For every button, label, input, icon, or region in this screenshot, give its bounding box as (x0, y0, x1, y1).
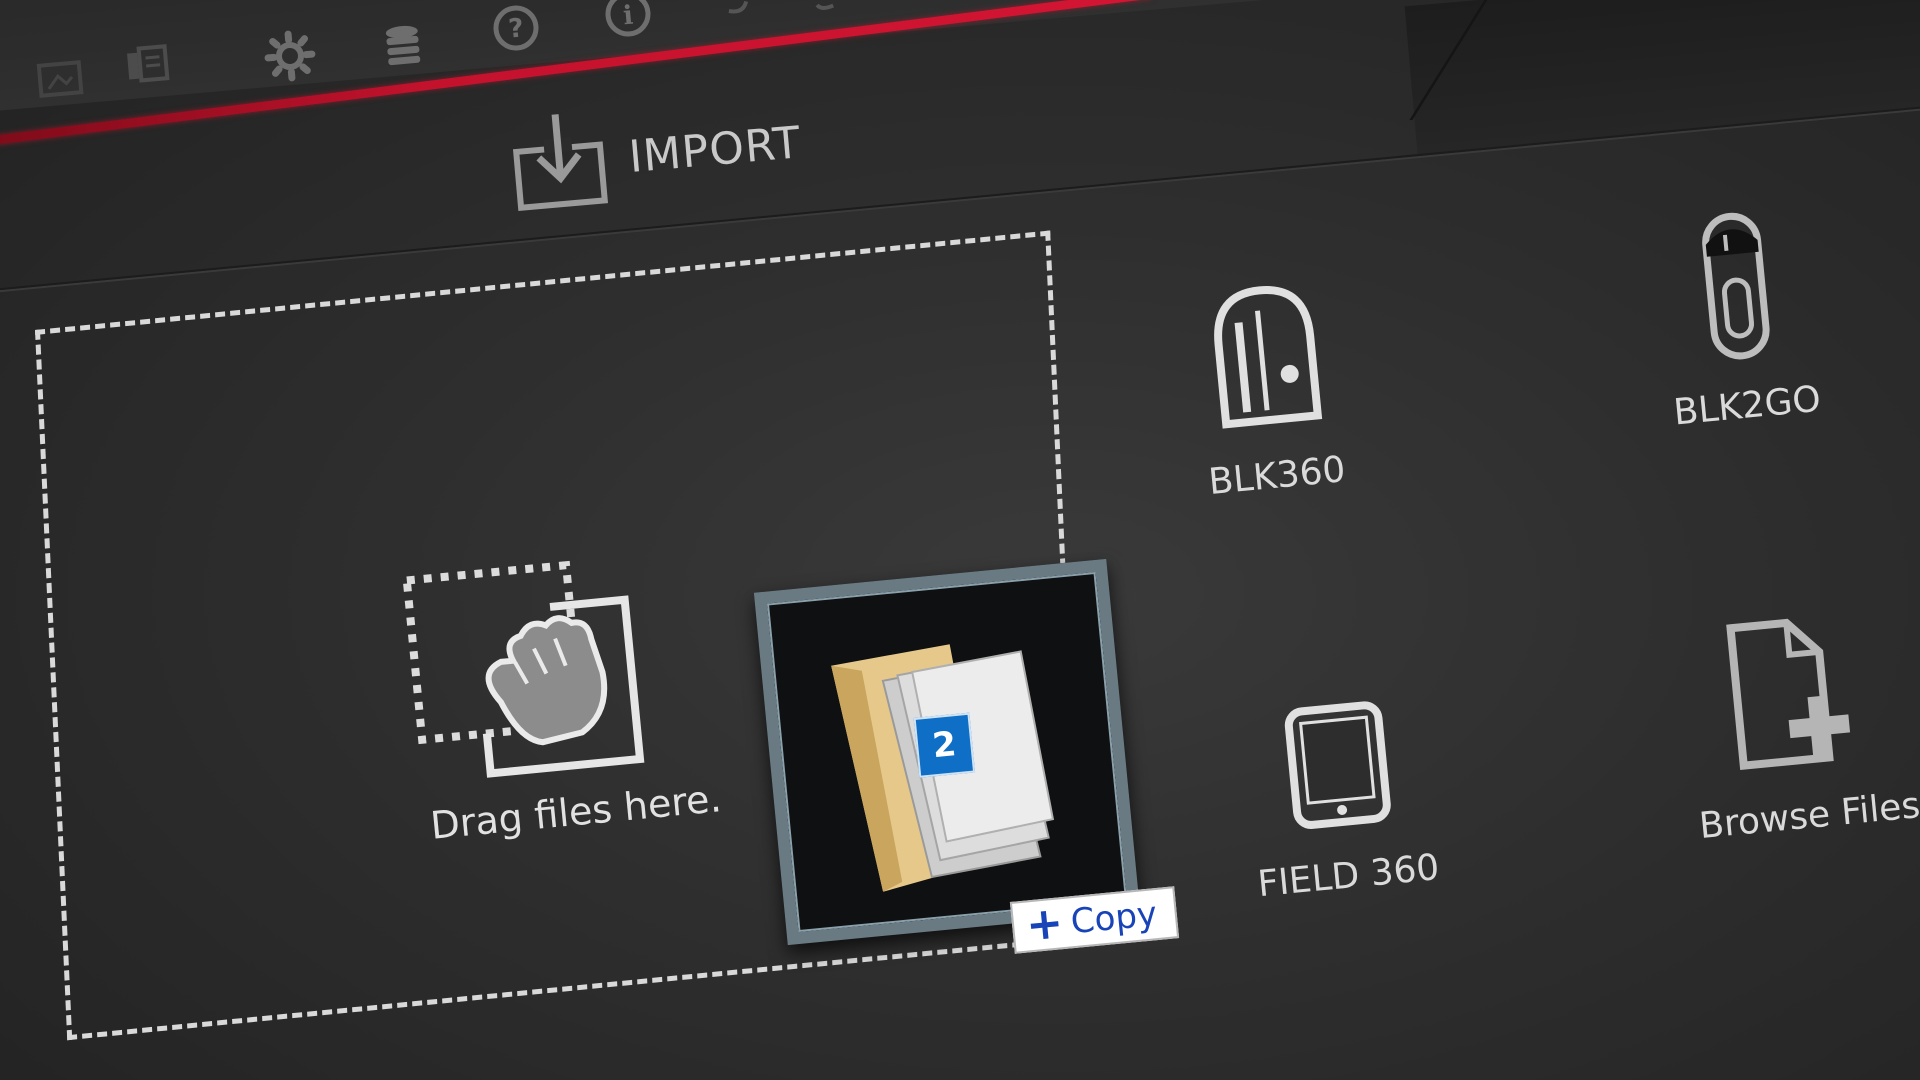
option-label-blk360: BLK360 (1206, 449, 1348, 504)
blk2go-scanner-icon (1701, 212, 1770, 360)
drag-preview: 2 (753, 558, 1141, 946)
svg-text:i: i (622, 1, 635, 32)
database-icon[interactable] (373, 16, 434, 77)
option-field360[interactable]: FIELD 360 (1241, 692, 1442, 906)
import-tab-label: IMPORT (626, 116, 804, 183)
option-browse-files[interactable]: Browse Files (1680, 600, 1920, 847)
blk360-scanner-icon (1213, 286, 1322, 429)
option-label-blk2go: BLK2GO (1671, 378, 1823, 434)
info-icon[interactable]: i (598, 0, 659, 44)
file-add-icon (1725, 618, 1850, 771)
tablet-icon (1284, 701, 1391, 829)
count-badge: 2 (913, 712, 976, 778)
image-icon[interactable] (30, 48, 91, 109)
option-label-browse-files: Browse Files (1697, 785, 1920, 848)
undo-icon[interactable] (710, 0, 771, 30)
gear-icon[interactable] (260, 26, 321, 87)
import-tab[interactable]: IMPORT (501, 87, 806, 222)
plus-icon: + (1023, 897, 1066, 952)
import-screen: ? i IMPORT Drag files here. 2 + Copy BLK… (0, 0, 1920, 1080)
option-blk360[interactable]: BLK360 (1190, 274, 1347, 503)
import-tray-icon (512, 114, 609, 211)
option-label-field360: FIELD 360 (1255, 847, 1442, 906)
slides-icon[interactable] (116, 34, 177, 95)
copy-tooltip-label: Copy (1069, 894, 1159, 943)
svg-text:?: ? (507, 13, 525, 44)
help-icon[interactable]: ? (486, 0, 547, 58)
option-blk2go[interactable]: BLK2GO (1655, 203, 1823, 434)
